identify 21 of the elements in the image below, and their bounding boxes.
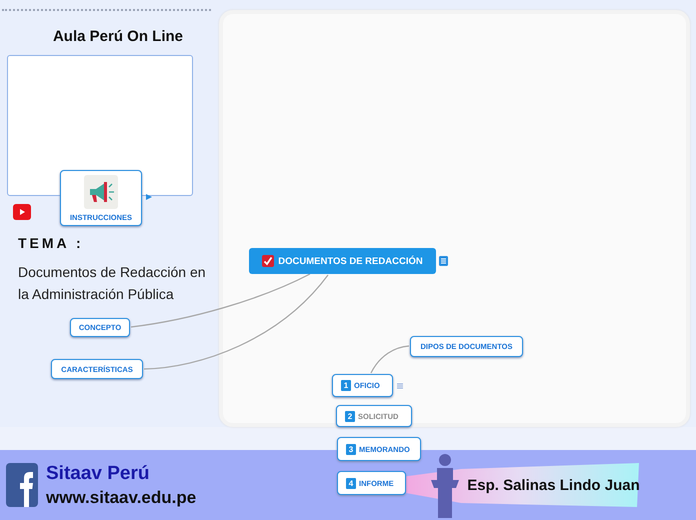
number-badge: 1 (341, 380, 351, 391)
speaker-at-podium-drawing (431, 452, 460, 518)
brand-name: Sitaav Perú (46, 462, 150, 484)
site-title: Aula Perú On Line (52, 28, 183, 45)
note-icon[interactable] (439, 256, 448, 266)
topic-heading: TEMA : (18, 235, 85, 251)
number-badge: 2 (345, 410, 355, 422)
number-badge: 4 (346, 478, 356, 488)
facebook-icon[interactable] (6, 463, 38, 507)
topic-text: Documentos de Redacción en la Administración Pública (18, 263, 207, 304)
expand-arrow-icon[interactable] (146, 194, 152, 200)
note-icon[interactable] (397, 383, 403, 389)
checkmark-icon (262, 255, 274, 267)
number-badge: 3 (346, 444, 356, 454)
website-link[interactable]: www.sitaav.edu.pe (46, 488, 196, 508)
author-name: Esp. Salinas Lindo Juan (467, 476, 640, 494)
node-label: DOCUMENTOS DE REDACCIÓN (278, 256, 423, 266)
central-topic-node[interactable]: DOCUMENTOS DE REDACCIÓN (249, 248, 436, 274)
connector-line (370, 345, 410, 374)
play-icon[interactable] (13, 204, 31, 220)
megaphone-icon (84, 174, 118, 208)
